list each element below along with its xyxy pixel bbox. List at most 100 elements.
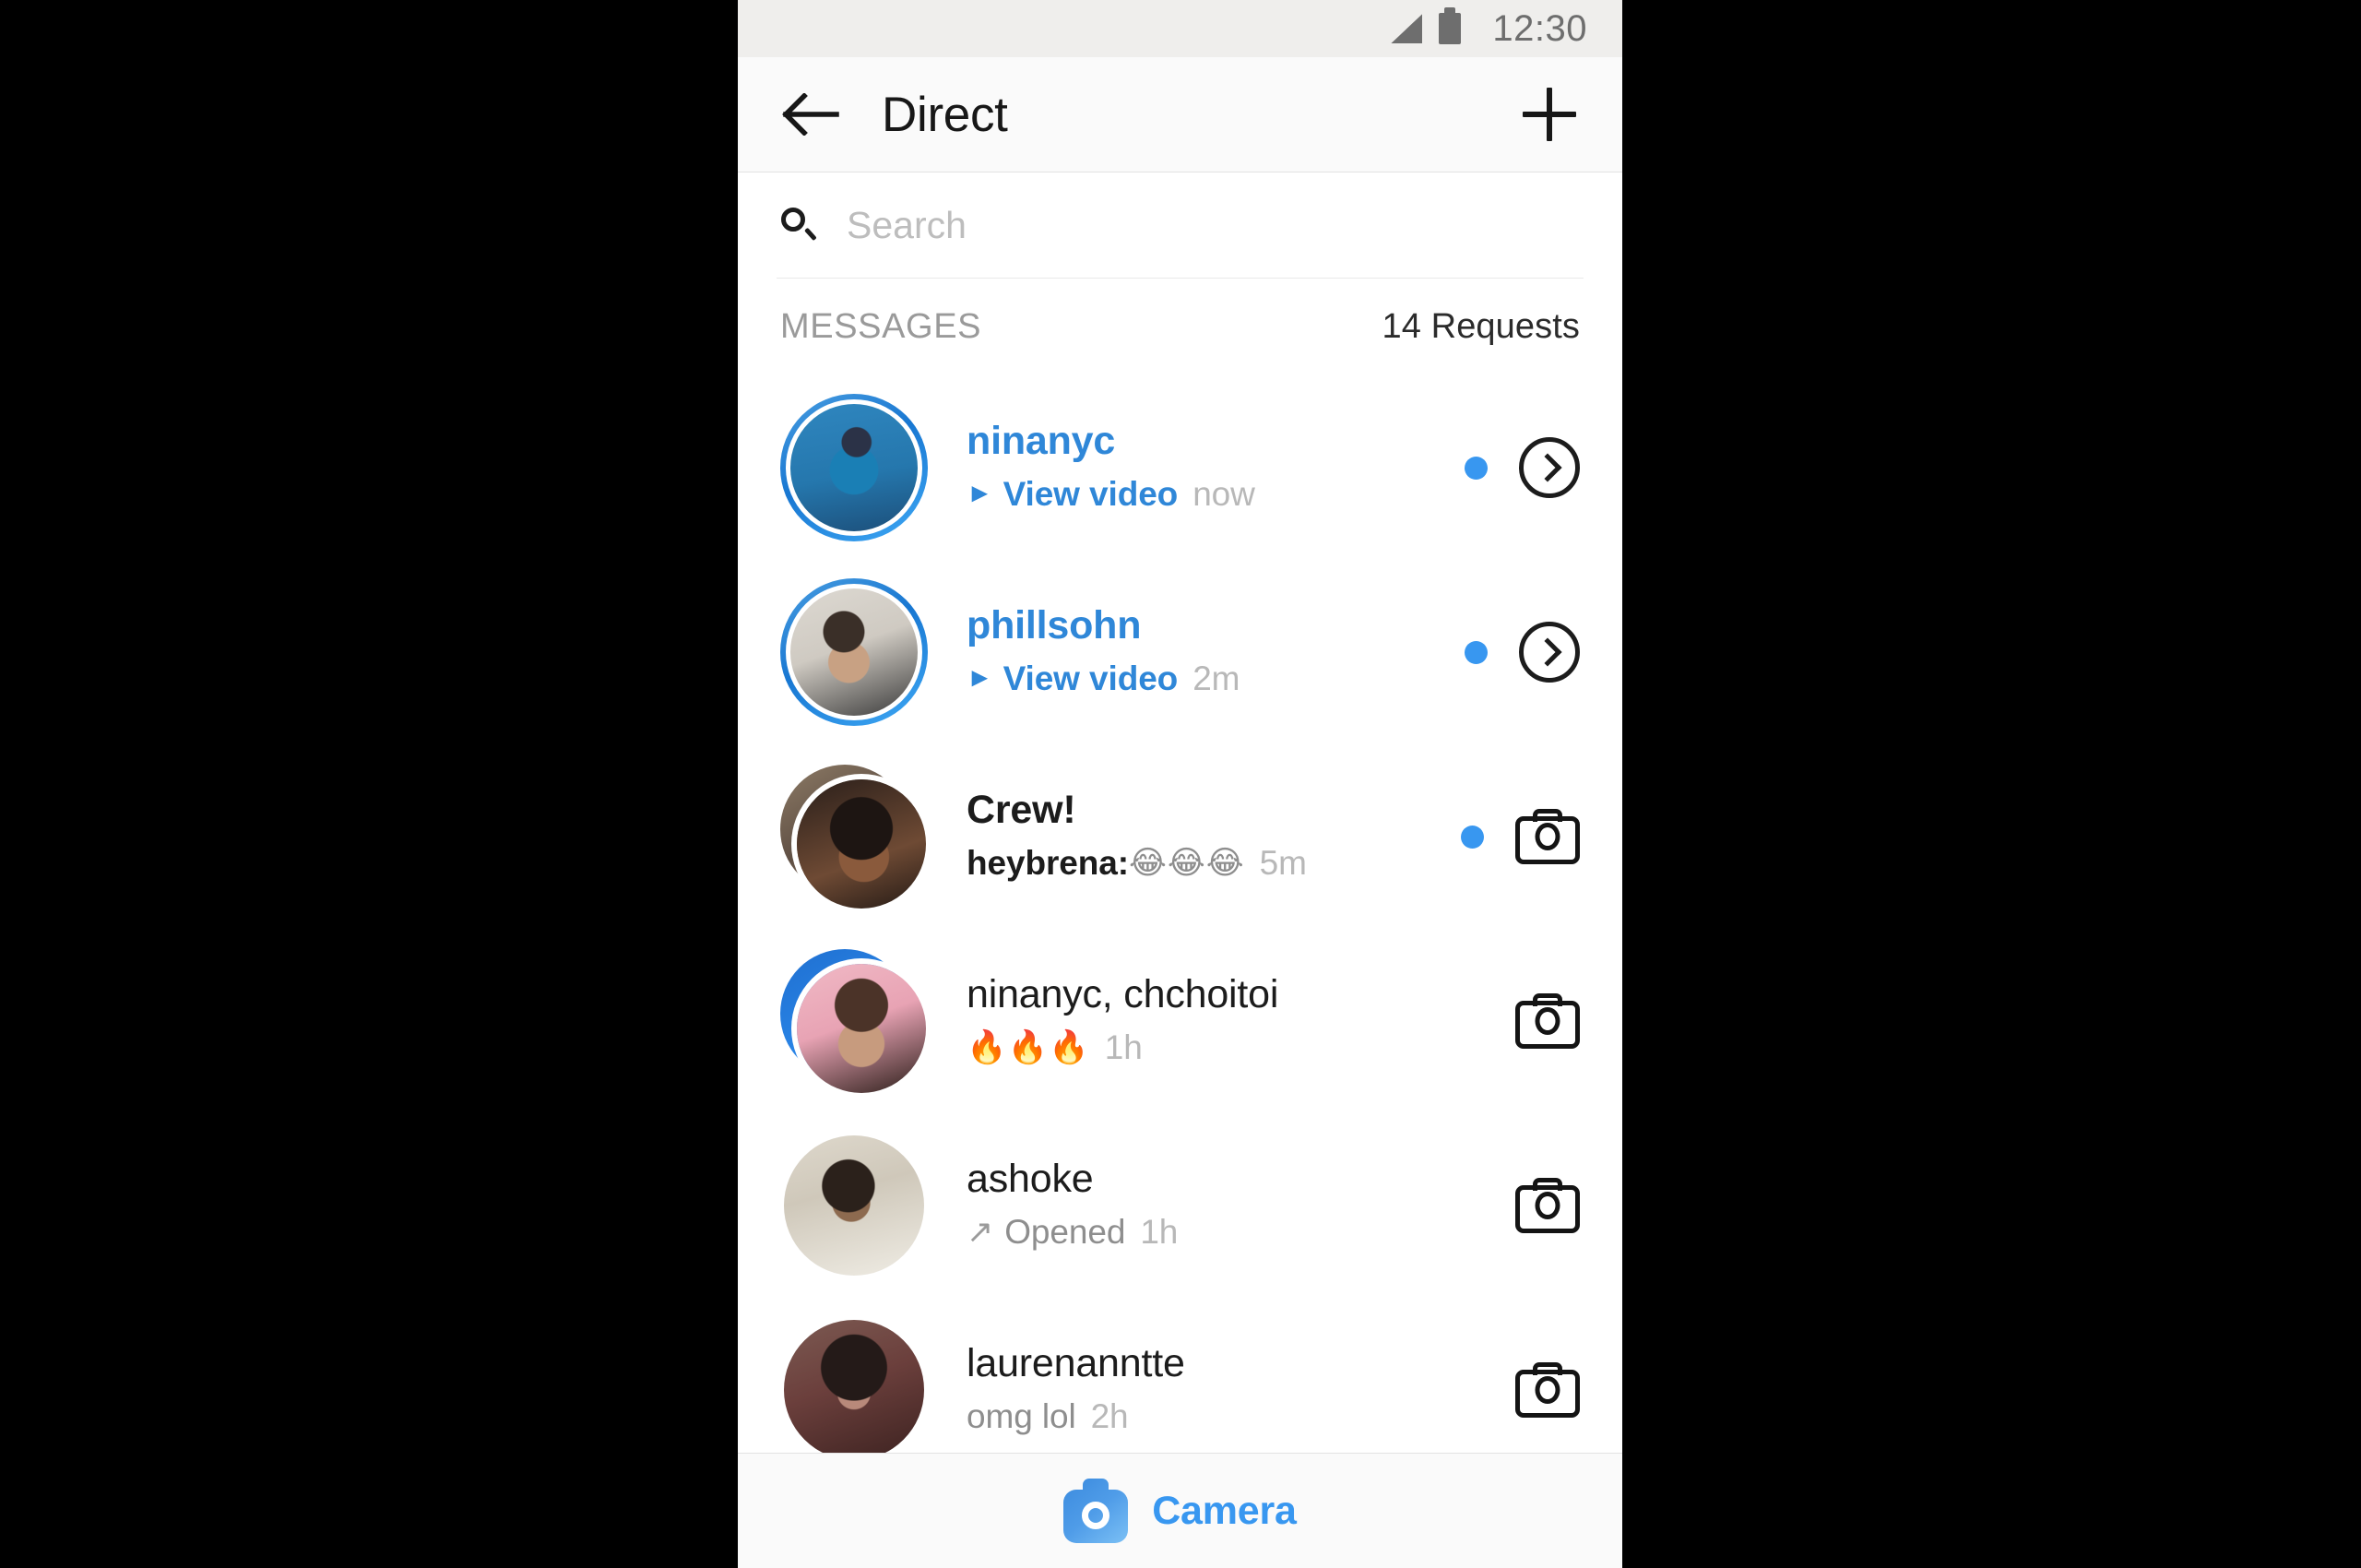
table-row[interactable]: ashoke ↗ Opened 1h xyxy=(738,1113,1622,1298)
status-bar: 12:30 xyxy=(738,0,1622,57)
search-icon-ring xyxy=(781,208,805,232)
status-bar-time: 12:30 xyxy=(1492,7,1587,49)
camera-icon xyxy=(1063,1479,1129,1543)
thread-time: now xyxy=(1192,474,1255,513)
thread-time: 1h xyxy=(1104,1028,1143,1066)
thread-name: ashoke xyxy=(967,1157,1094,1202)
search-bar[interactable] xyxy=(777,172,1584,279)
screenshot-canvas: 12:30 Direct Search MESSAGES 14 Requests… xyxy=(0,0,2361,1568)
thread-text: phillsohn ► View video 2m xyxy=(967,602,1465,702)
camera-lens xyxy=(1082,1502,1110,1529)
table-row[interactable]: ninanyc ► View video now xyxy=(738,375,1622,560)
camera-outline-icon[interactable] xyxy=(1515,809,1580,864)
thread-name: phillsohn xyxy=(967,603,1142,648)
battery-full-icon xyxy=(1439,7,1462,44)
thread-text: ninanyc ► View video now xyxy=(967,418,1465,517)
avatar-ninanyc-chchoitoi-group xyxy=(797,964,926,1093)
thread-preview-text: View video xyxy=(1003,659,1179,697)
avatar-laurenanntte xyxy=(784,1320,924,1453)
thread-text: ashoke ↗ Opened 1h xyxy=(967,1156,1461,1255)
thread-preview-text: omg lol xyxy=(967,1396,1076,1435)
thread-preview: ► View video 2m xyxy=(967,656,1465,702)
search-input[interactable] xyxy=(845,202,1584,248)
thread-time: 2h xyxy=(1090,1396,1129,1435)
avatar[interactable] xyxy=(780,1132,928,1279)
thread-name: laurenanntte xyxy=(967,1341,1185,1386)
plus-horizontal-stroke xyxy=(1523,112,1576,117)
messages-label: MESSAGES xyxy=(780,307,982,346)
thread-preview: 🔥🔥🔥 1h xyxy=(967,1025,1461,1071)
thread-actions xyxy=(1461,993,1580,1049)
avatar[interactable] xyxy=(780,1316,928,1453)
avatar[interactable] xyxy=(780,394,928,541)
avatar-ashoke xyxy=(784,1135,924,1276)
thread-name: ninanyc, chchoitoi xyxy=(967,972,1279,1017)
camera-label: Camera xyxy=(1152,1488,1297,1533)
camera-lens xyxy=(1535,1192,1560,1219)
table-row[interactable]: ninanyc, chchoitoi 🔥🔥🔥 1h xyxy=(738,929,1622,1113)
search-icon-handle xyxy=(804,227,817,242)
story-ring xyxy=(780,578,928,726)
requests-link[interactable]: 14 Requests xyxy=(1382,307,1580,347)
thread-actions xyxy=(1465,622,1580,683)
back-arrow-icon[interactable] xyxy=(778,82,843,147)
camera-lens xyxy=(1535,1007,1560,1035)
table-row[interactable]: Crew! heybrena: 😂😂😂 5m xyxy=(738,744,1622,929)
status-bar-icons: 12:30 xyxy=(1391,7,1587,50)
page-title: Direct xyxy=(882,87,1008,142)
camera-outline-icon[interactable] xyxy=(1515,1178,1580,1233)
thread-text: ninanyc, chchoitoi 🔥🔥🔥 1h xyxy=(967,971,1461,1071)
unread-dot xyxy=(1465,640,1488,664)
camera-lens xyxy=(1535,823,1560,850)
camera-lens xyxy=(1535,1376,1560,1404)
thread-text: laurenanntte omg lol 2h xyxy=(967,1340,1461,1440)
thread-preview: ↗ Opened 1h xyxy=(967,1209,1461,1255)
camera-outline-icon[interactable] xyxy=(1515,1362,1580,1418)
story-ring xyxy=(780,394,928,541)
avatar-crew-group xyxy=(797,779,926,909)
thread-time: 2m xyxy=(1192,659,1240,697)
table-row[interactable]: phillsohn ► View video 2m xyxy=(738,560,1622,744)
thread-preview: heybrena: 😂😂😂 5m xyxy=(967,840,1461,886)
arrow-up-right-icon: ↗ xyxy=(967,1214,994,1251)
thread-name: ninanyc xyxy=(967,419,1116,464)
thread-preview-text: heybrena: xyxy=(967,843,1129,882)
camera-bar[interactable]: Camera xyxy=(738,1453,1622,1568)
avatar-phillsohn xyxy=(790,588,918,716)
chevron-right-circle-icon[interactable] xyxy=(1519,622,1580,683)
search-icon xyxy=(778,205,819,245)
section-header: MESSAGES 14 Requests xyxy=(738,279,1622,375)
phone-screen: 12:30 Direct Search MESSAGES 14 Requests… xyxy=(738,0,1622,1568)
unread-dot xyxy=(1461,825,1484,849)
thread-text: Crew! heybrena: 😂😂😂 5m xyxy=(967,787,1461,886)
play-triangle-icon: ► xyxy=(967,663,993,694)
unread-dot xyxy=(1465,456,1488,480)
thread-preview: omg lol 2h xyxy=(967,1394,1461,1440)
thread-preview-text: View video xyxy=(1003,474,1179,513)
app-header: Direct xyxy=(738,57,1622,172)
thread-preview: ► View video now xyxy=(967,471,1465,517)
avatar[interactable] xyxy=(780,763,928,910)
signal-triangle-icon xyxy=(1391,14,1423,43)
plus-icon[interactable] xyxy=(1515,80,1584,148)
thread-time: 5m xyxy=(1259,843,1307,882)
story-ring-gap xyxy=(786,399,922,536)
camera-outline-icon[interactable] xyxy=(1515,993,1580,1049)
thread-list[interactable]: ninanyc ► View video now phillsohn ► Vie… xyxy=(738,375,1622,1453)
play-triangle-icon: ► xyxy=(967,479,993,509)
thread-name: Crew! xyxy=(967,788,1076,833)
thread-time: 1h xyxy=(1140,1212,1179,1251)
chevron-right-circle-icon[interactable] xyxy=(1519,437,1580,498)
thread-actions xyxy=(1461,809,1580,864)
story-ring-gap xyxy=(786,584,922,720)
avatar-ninanyc xyxy=(790,404,918,531)
table-row[interactable]: laurenanntte omg lol 2h xyxy=(738,1298,1622,1453)
thread-actions xyxy=(1461,1178,1580,1233)
avatar[interactable] xyxy=(780,947,928,1095)
thread-preview-emoji: 😂😂😂 xyxy=(1128,845,1245,882)
back-arrow-glyph xyxy=(782,93,839,136)
thread-preview-emoji: 🔥🔥🔥 xyxy=(967,1029,1090,1066)
thread-actions xyxy=(1461,1362,1580,1418)
avatar[interactable] xyxy=(780,578,928,726)
thread-actions xyxy=(1465,437,1580,498)
